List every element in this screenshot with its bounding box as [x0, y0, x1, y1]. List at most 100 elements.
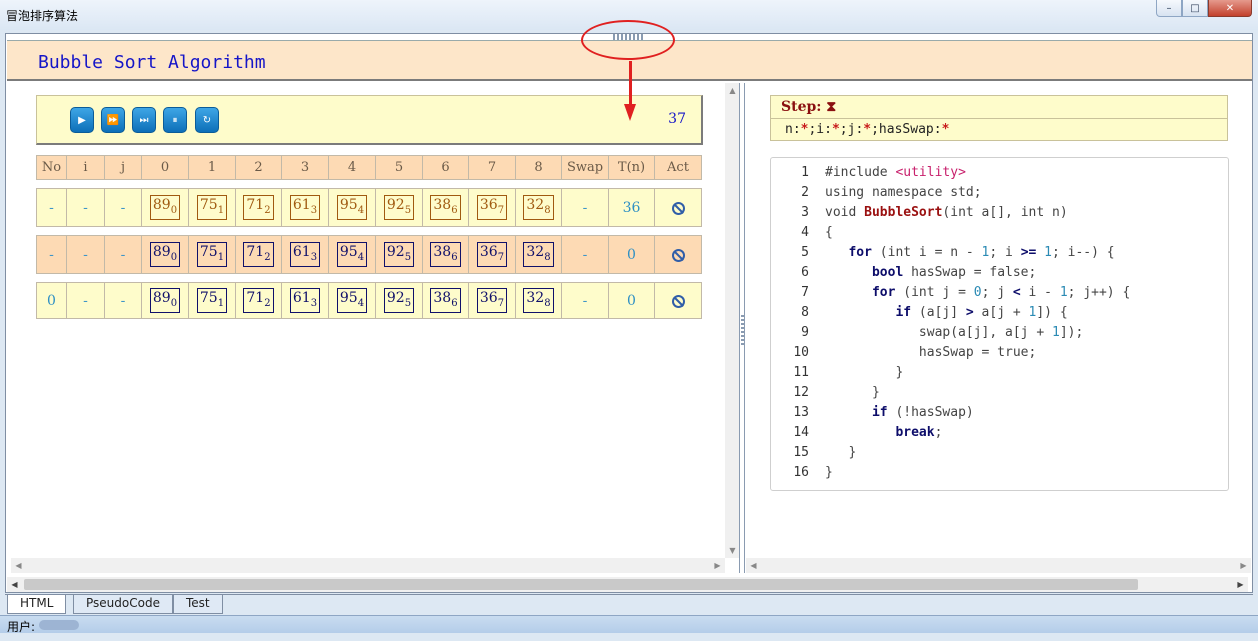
tab-html[interactable]: HTML [7, 595, 67, 614]
array-cell: 613 [289, 194, 321, 221]
row-act[interactable] [654, 235, 702, 274]
line-number: 5 [801, 245, 809, 260]
code-line: 10 hasSwap = true; [771, 345, 1036, 365]
col-header: Act [654, 155, 702, 180]
scroll-down-arrow-icon[interactable]: ▼ [725, 543, 740, 558]
col-header: T(n) [608, 155, 655, 180]
code-text: } [825, 445, 857, 460]
row-act[interactable] [654, 282, 702, 319]
code-text: for (int j = 0; j < i - 1; j++) { [871, 285, 1131, 300]
array-cell: 954 [336, 241, 368, 268]
restore-button[interactable]: □ [1182, 0, 1208, 17]
left-horizontal-scrollbar[interactable]: ◀ ▶ [11, 558, 725, 573]
row-swap: - [561, 188, 609, 227]
code-line: 16} [771, 465, 832, 485]
array-cell: 386 [430, 194, 461, 221]
minimize-button[interactable]: – [1156, 0, 1182, 17]
row-act[interactable] [654, 188, 702, 227]
scroll-right-arrow-icon[interactable]: ▶ [1236, 558, 1251, 573]
pause-button[interactable]: ⏸ [163, 107, 187, 133]
code-line: 15 } [771, 445, 856, 465]
status-user-label: 用户: [7, 620, 36, 634]
col-header: 7 [468, 155, 516, 180]
step-forward-button[interactable]: ⏩ [101, 107, 125, 133]
annotation-arrow-shaft [629, 61, 632, 107]
col-header: 0 [141, 155, 189, 180]
sort-trace-table: No i j 0 1 2 3 4 5 6 7 8 Swap T(n) Act -… [36, 155, 702, 319]
row-i: - [66, 235, 105, 274]
row-j: - [104, 235, 142, 274]
code-line: 13 if (!hasSwap) [771, 405, 974, 425]
code-line: 4{ [771, 225, 833, 245]
row-tn: 0 [608, 235, 655, 274]
row-j: - [104, 282, 142, 319]
array-cell: 751 [196, 287, 228, 314]
step-panel: Step: ⧗ n:*;i:*;j:*;hasSwap:* [770, 95, 1228, 141]
line-number: 11 [793, 365, 809, 380]
right-horizontal-scrollbar[interactable]: ◀ ▶ [746, 558, 1251, 573]
col-header: Swap [561, 155, 609, 180]
code-listing: 1 #include <utility> 2 using namespace std;… [770, 157, 1229, 491]
main-horizontal-scrollbar[interactable]: ◀ ▶ [7, 577, 1248, 592]
array-cell: 613 [289, 287, 321, 314]
col-header: 8 [515, 155, 562, 180]
code-line: 1 #include <utility> [771, 165, 966, 185]
array-cell: 712 [243, 194, 274, 221]
tab-test[interactable]: Test [173, 595, 223, 614]
prohibit-icon[interactable] [671, 201, 685, 215]
status-bar: 用户: [0, 615, 1258, 634]
code-line: 11 } [771, 365, 903, 385]
col-header: 6 [422, 155, 469, 180]
scroll-left-arrow-icon[interactable]: ◀ [11, 558, 26, 573]
line-number: 9 [801, 325, 809, 340]
line-number: 16 [793, 465, 809, 480]
table-row: 0 - - 890 751 712 613 954 925 386 367 32… [36, 282, 702, 319]
line-number: 10 [793, 345, 809, 360]
scroll-up-arrow-icon[interactable]: ▲ [725, 83, 740, 98]
array-cell: 890 [149, 241, 181, 268]
col-header: No [36, 155, 67, 180]
col-header: 2 [235, 155, 282, 180]
tab-pseudocode[interactable]: PseudoCode [73, 595, 173, 614]
row-swap: - [561, 282, 609, 319]
array-cell: 925 [383, 241, 415, 268]
code-text: bool hasSwap = false; [871, 265, 1037, 280]
pane-splitter[interactable] [739, 83, 745, 573]
code-line: 9 swap(a[j], a[j + 1]); [771, 325, 1083, 345]
line-number: 3 [801, 205, 809, 220]
row-i: - [66, 188, 105, 227]
step-header: Step: ⧗ [771, 96, 1227, 119]
scrollbar-thumb[interactable] [24, 579, 1138, 590]
window-title: 冒泡排序算法 [6, 9, 79, 23]
reset-button[interactable]: ↻ [195, 107, 219, 133]
splitter-grip-icon[interactable] [741, 315, 744, 345]
skip-to-end-button[interactable]: ⏭ [132, 107, 156, 133]
row-tn: 0 [608, 282, 655, 319]
play-button[interactable]: ▶ [70, 107, 94, 133]
scroll-left-arrow-icon[interactable]: ◀ [7, 577, 22, 592]
array-cell: 751 [196, 241, 228, 268]
array-cell: 613 [289, 241, 321, 268]
col-header: j [104, 155, 142, 180]
hourglass-icon: ⧗ [826, 99, 837, 115]
row-no: 0 [36, 282, 67, 319]
table-row: - - - 890 751 712 613 954 925 386 367 32… [36, 188, 702, 227]
close-button[interactable]: ✕ [1208, 0, 1252, 17]
col-header: i [66, 155, 105, 180]
scroll-left-arrow-icon[interactable]: ◀ [746, 558, 761, 573]
prohibit-icon[interactable] [671, 294, 685, 308]
step-counter: 37 [668, 111, 686, 127]
col-header: 1 [188, 155, 236, 180]
code-text: if (!hasSwap) [871, 405, 974, 420]
annotation-arrow-head-icon [624, 104, 636, 121]
code-text: { [825, 225, 833, 240]
code-line: 5 for (int i = n - 1; i >= 1; i--) { [771, 245, 1114, 265]
scroll-right-arrow-icon[interactable]: ▶ [710, 558, 725, 573]
code-line: 14 break; [771, 425, 942, 445]
code-text: } [825, 385, 880, 400]
page-title: Bubble Sort Algorithm [38, 52, 266, 73]
array-cell: 328 [523, 194, 554, 221]
left-vertical-scrollbar[interactable]: ▲ ▼ [725, 83, 740, 558]
prohibit-icon[interactable] [671, 248, 685, 262]
scroll-right-arrow-icon[interactable]: ▶ [1233, 577, 1248, 592]
